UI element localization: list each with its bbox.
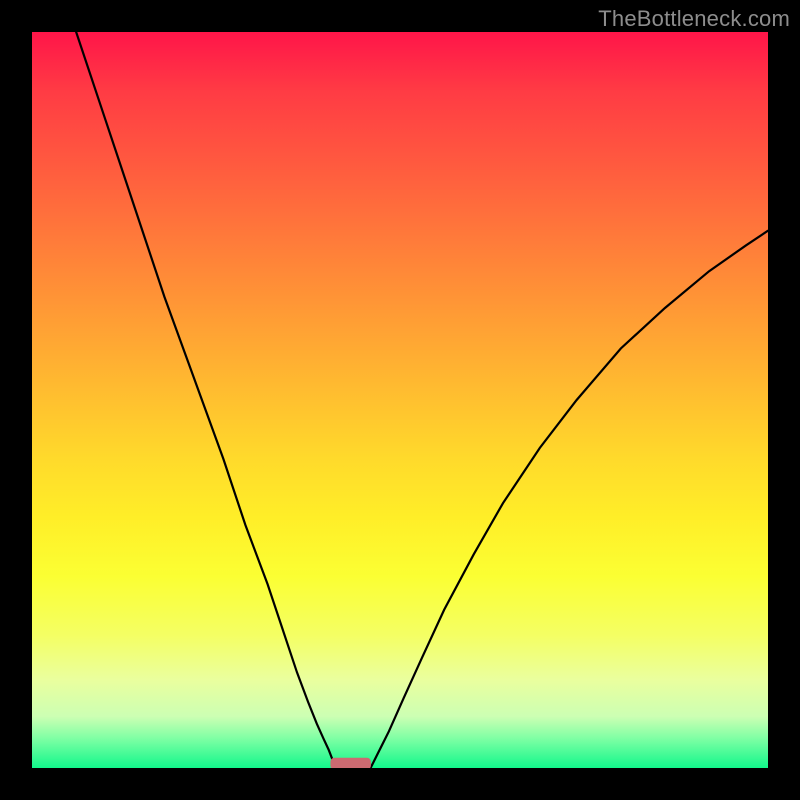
left-curve — [76, 32, 337, 768]
chart-frame: TheBottleneck.com — [0, 0, 800, 800]
optimal-marker — [330, 758, 370, 768]
right-curve — [371, 231, 768, 768]
curve-overlay — [32, 32, 768, 768]
watermark-text: TheBottleneck.com — [598, 6, 790, 32]
plot-area — [32, 32, 768, 768]
